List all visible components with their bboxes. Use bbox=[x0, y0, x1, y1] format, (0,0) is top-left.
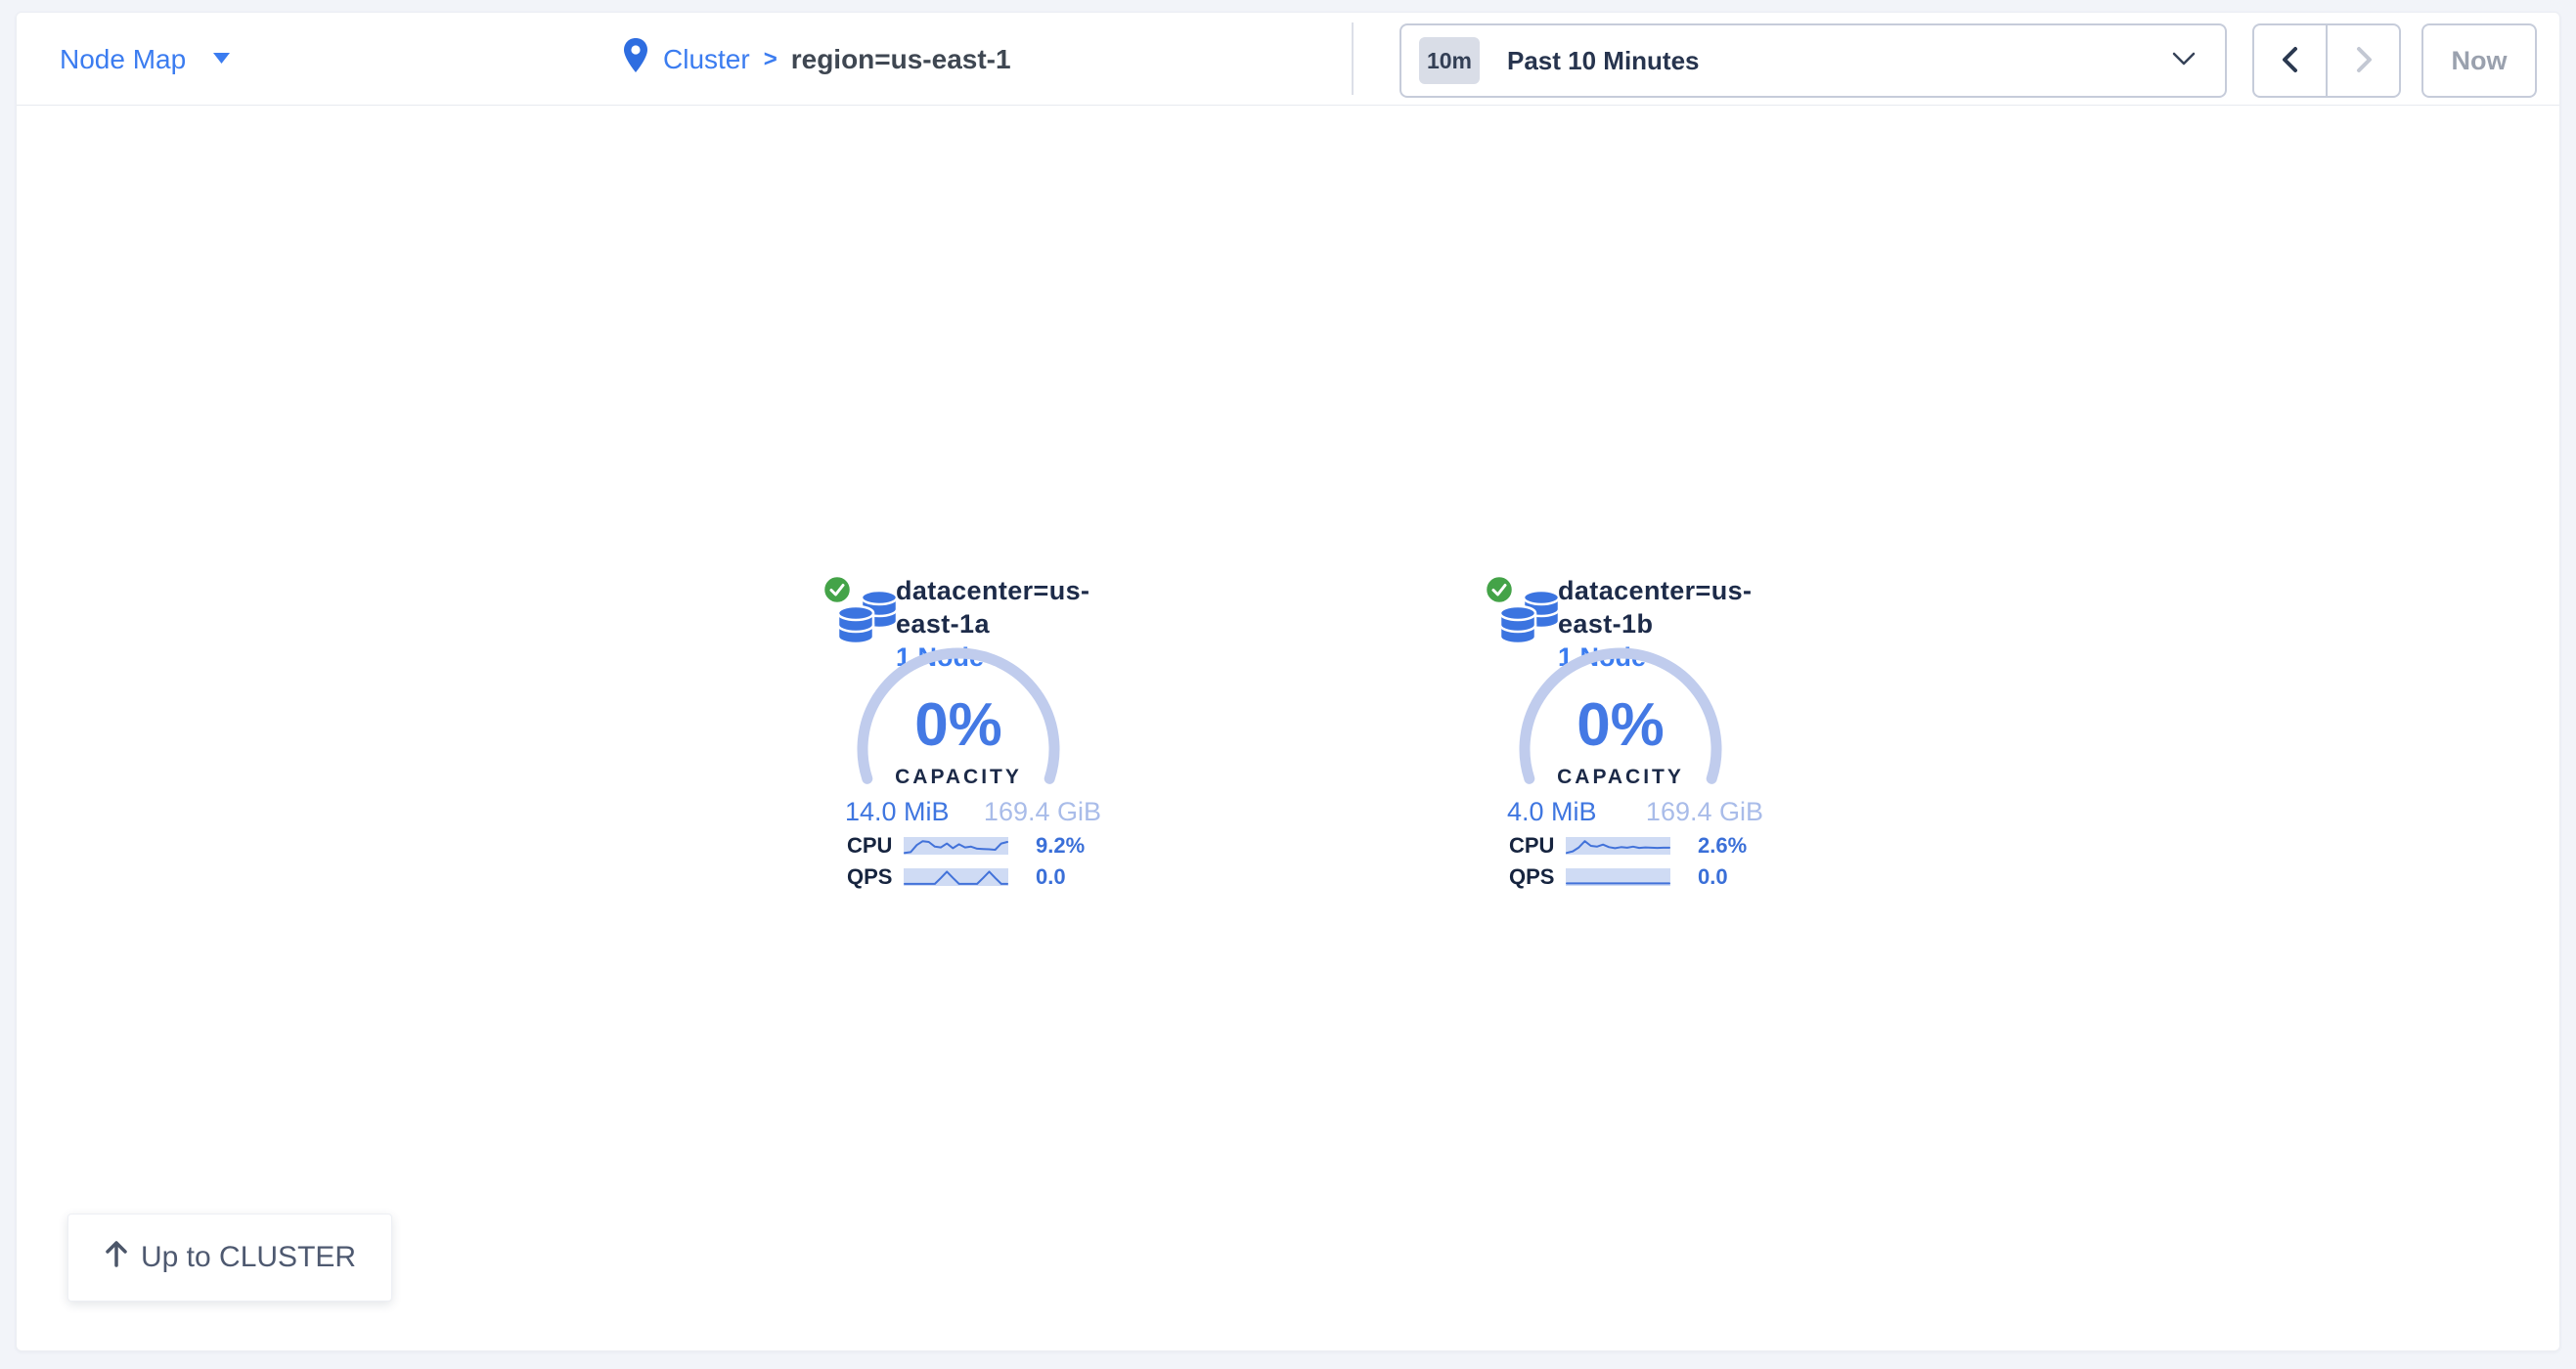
capacity-gauge: 0% CAPACITY bbox=[851, 646, 1066, 795]
topbar-divider bbox=[1352, 22, 1354, 95]
capacity-caption: CAPACITY bbox=[1513, 766, 1728, 789]
time-step-group bbox=[2252, 23, 2401, 98]
qps-metric-row: QPS 0.0 bbox=[1509, 867, 1728, 887]
qps-value: 0.0 bbox=[1698, 864, 1728, 890]
capacity-percent: 0% bbox=[1513, 697, 1728, 754]
locality-card-us-east-1b[interactable]: datacenter=us-east-1b 1 Node 0% CAPACITY… bbox=[1454, 566, 1787, 889]
locality-name: datacenter=us-east-1b bbox=[1558, 574, 1787, 640]
top-bar: Node Map Cluster > region=us-east-1 10m … bbox=[17, 13, 2559, 106]
now-button[interactable]: Now bbox=[2421, 23, 2537, 98]
up-to-cluster-button[interactable]: Up to CLUSTER bbox=[67, 1214, 392, 1302]
time-range-label: Past 10 Minutes bbox=[1507, 46, 1700, 76]
breadcrumb-cluster-link[interactable]: Cluster bbox=[663, 44, 750, 75]
cpu-metric-row: CPU 2.6% bbox=[1509, 836, 1747, 856]
map-pin-icon bbox=[622, 37, 649, 81]
qps-label: QPS bbox=[1509, 864, 1566, 890]
capacity-gauge: 0% CAPACITY bbox=[1513, 646, 1728, 795]
chevron-down-icon bbox=[2172, 52, 2196, 70]
cpu-metric-row: CPU 9.2% bbox=[847, 836, 1085, 856]
locality-card-us-east-1a[interactable]: datacenter=us-east-1a 1 Node 0% CAPACITY… bbox=[792, 566, 1125, 889]
chevron-down-icon bbox=[213, 51, 230, 68]
breadcrumb-separator: > bbox=[764, 46, 777, 73]
chevron-right-icon bbox=[2351, 44, 2376, 78]
capacity-values: 14.0 MiB 169.4 GiB bbox=[845, 797, 1101, 827]
cpu-label: CPU bbox=[847, 833, 904, 859]
capacity-caption: CAPACITY bbox=[851, 766, 1066, 789]
locality-name: datacenter=us-east-1a bbox=[896, 574, 1125, 640]
cpu-value: 9.2% bbox=[1036, 833, 1085, 859]
breadcrumb: Cluster > region=us-east-1 bbox=[622, 13, 1011, 106]
view-mode-selector[interactable]: Node Map bbox=[60, 13, 230, 106]
capacity-total: 169.4 GiB bbox=[984, 797, 1101, 827]
datacenter-icon bbox=[1497, 586, 1562, 651]
breadcrumb-current: region=us-east-1 bbox=[791, 44, 1011, 75]
cpu-sparkline bbox=[904, 837, 1008, 855]
cpu-value: 2.6% bbox=[1698, 833, 1747, 859]
view-mode-label: Node Map bbox=[60, 44, 186, 75]
capacity-values: 4.0 MiB 169.4 GiB bbox=[1507, 797, 1763, 827]
chevron-left-icon bbox=[2278, 44, 2303, 78]
capacity-used: 14.0 MiB bbox=[845, 797, 950, 827]
capacity-percent: 0% bbox=[851, 697, 1066, 754]
time-range-badge: 10m bbox=[1419, 37, 1480, 84]
qps-sparkline bbox=[1566, 868, 1670, 886]
capacity-used: 4.0 MiB bbox=[1507, 797, 1597, 827]
time-step-forward-button[interactable] bbox=[2328, 25, 2399, 96]
cpu-label: CPU bbox=[1509, 833, 1566, 859]
qps-label: QPS bbox=[847, 864, 904, 890]
node-map-panel: Node Map Cluster > region=us-east-1 10m … bbox=[16, 12, 2560, 1351]
qps-metric-row: QPS 0.0 bbox=[847, 867, 1066, 887]
time-step-back-button[interactable] bbox=[2254, 25, 2328, 96]
qps-value: 0.0 bbox=[1036, 864, 1066, 890]
datacenter-icon bbox=[835, 586, 900, 651]
arrow-up-icon bbox=[104, 1239, 129, 1276]
time-range-dropdown[interactable]: 10m Past 10 Minutes bbox=[1399, 23, 2227, 98]
capacity-total: 169.4 GiB bbox=[1646, 797, 1763, 827]
cpu-sparkline bbox=[1566, 837, 1670, 855]
qps-sparkline bbox=[904, 868, 1008, 886]
up-to-cluster-label: Up to CLUSTER bbox=[141, 1241, 356, 1274]
